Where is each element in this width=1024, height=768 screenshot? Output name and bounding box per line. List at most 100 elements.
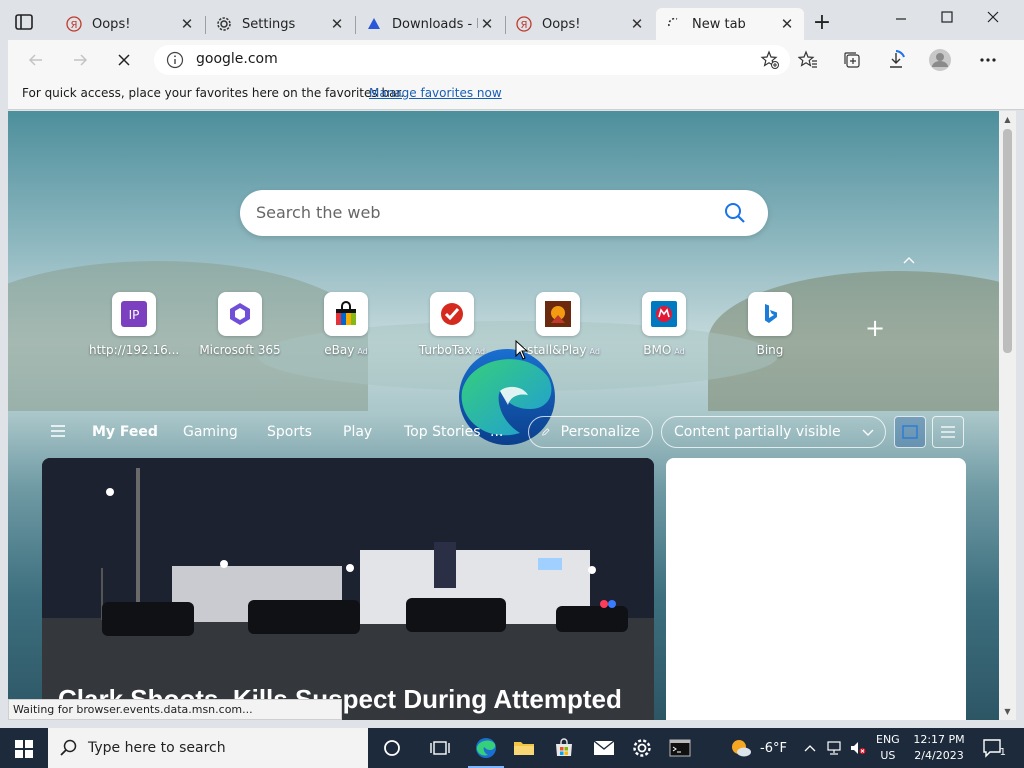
edge-taskbar-icon[interactable] [468,736,504,768]
grid-layout-icon [902,425,918,439]
microsoft-365-icon [218,292,262,336]
quick-link-bing[interactable]: Bing [725,292,815,357]
quick-link-label: Bing [756,343,784,357]
feed-tab-play[interactable]: Play [343,424,372,440]
show-hidden-icons-chevron-up-icon[interactable] [802,740,818,756]
clock-date: 2/4/2023 [914,749,964,762]
maximize-icon[interactable] [932,6,962,28]
feed-tab-gaming[interactable]: Gaming [183,424,238,440]
favorites-bar: For quick access, place your favorites h… [8,80,1024,110]
content-visibility-label: Content partially visible [674,424,841,440]
favorites-bar-message: For quick access, place your favorites h… [22,86,405,100]
mail-icon[interactable] [592,736,616,760]
close-window-icon[interactable] [978,6,1008,28]
tab-title: Downloads - Bo [392,16,478,32]
forward-arrow-icon[interactable] [68,48,92,72]
close-tab-icon[interactable]: ✕ [328,15,346,33]
browser-toolbar: google.com [8,40,1024,80]
tab-oops-1[interactable]: Я Oops! ✕ [56,8,204,40]
new-tab-plus-icon[interactable]: + [812,12,832,34]
downloads-icon[interactable] [884,48,908,72]
feed-tab-top-stories[interactable]: Top Stories [404,424,481,440]
pencil-icon [542,428,550,436]
network-icon[interactable] [826,740,842,756]
news-card-side[interactable] [666,458,966,720]
quick-link-ebay[interactable]: eBay Ad [301,292,391,357]
feed-tab-sports[interactable]: Sports [267,424,312,440]
chevron-up-icon[interactable] [902,253,916,267]
quick-link-microsoft-365[interactable]: Microsoft 365 [195,292,285,357]
tab-title: Settings [242,16,296,32]
site-info-icon[interactable] [166,51,184,69]
notification-center-icon[interactable]: 1 [982,738,1006,758]
quick-link-label: eBay [324,343,355,357]
weather-widget[interactable]: -6°F [730,738,787,758]
quick-link-label: BMO [643,343,672,357]
personalize-button[interactable]: Personalize [528,416,653,448]
turbotax-check-icon [430,292,474,336]
quick-link-ip[interactable]: IP http://192.16... [89,292,179,357]
grid-layout-button[interactable] [894,416,926,448]
feed-tab-my-feed[interactable]: My Feed [92,424,158,440]
microsoft-store-icon[interactable] [552,736,576,760]
content-visibility-dropdown[interactable]: Content partially visible [661,416,886,448]
tab-new-tab[interactable]: New tab ✕ [656,8,804,40]
command-prompt-icon[interactable] [668,736,692,760]
cortana-icon[interactable] [380,736,404,760]
system-clock[interactable]: 12:17 PM 2/4/2023 [908,732,970,764]
minimize-icon[interactable] [886,6,916,28]
list-layout-icon [941,426,955,438]
address-bar[interactable]: google.com [154,45,790,75]
yandex-icon: Я [66,16,82,32]
scroll-down-arrow-icon[interactable]: ▼ [1002,706,1013,717]
collections-icon[interactable] [840,48,864,72]
tab-actions-icon[interactable] [14,12,36,34]
settings-gear-icon[interactable] [630,736,654,760]
volume-muted-icon[interactable] [850,740,866,756]
svg-text:Я: Я [71,20,78,31]
notification-count: 1 [999,747,1006,758]
vertical-scrollbar[interactable]: ▲ ▼ [999,111,1016,720]
bing-icon [748,292,792,336]
tab-settings[interactable]: Settings ✕ [206,8,354,40]
chevron-down-icon [862,429,874,436]
task-view-icon[interactable] [428,736,452,760]
add-site-plus-icon[interactable]: + [865,316,885,340]
manage-favorites-link[interactable]: Manage favorites now [369,86,502,100]
close-tab-icon[interactable]: ✕ [778,15,796,33]
language-code: ENG [876,733,900,746]
search-icon[interactable] [724,202,746,224]
close-tab-icon[interactable]: ✕ [628,15,646,33]
quick-link-label: Microsoft 365 [199,343,281,357]
stop-loading-icon[interactable] [112,48,136,72]
quick-link-bmo[interactable]: BMO Ad [619,292,709,357]
news-card-main[interactable]: Clark Shoots, Kills Suspect During Attem… [42,458,654,720]
feed-more-button[interactable]: ... [490,424,503,440]
close-tab-icon[interactable]: ✕ [178,15,196,33]
file-explorer-icon[interactable] [512,736,536,760]
more-options-icon[interactable] [976,48,1000,72]
ip-site-icon: IP [112,292,156,336]
tab-title: New tab [692,16,746,32]
tab-oops-2[interactable]: Я Oops! ✕ [506,8,654,40]
scrollbar-thumb[interactable] [1003,129,1012,353]
status-bar: Waiting for browser.events.data.msn.com.… [8,699,342,720]
tab-downloads[interactable]: Downloads - Bo ✕ [356,8,504,40]
hamburger-menu-icon[interactable] [50,424,66,438]
downloads-site-icon [366,16,382,32]
tab-title: Oops! [92,16,131,32]
windows-start-icon[interactable] [14,739,34,759]
scroll-up-arrow-icon[interactable]: ▲ [1002,114,1013,125]
taskbar-search-box[interactable]: Type here to search [48,728,368,768]
feed-navigation: My Feed Gaming Sports Play Top Stories .… [8,412,999,452]
list-layout-button[interactable] [932,416,964,448]
back-arrow-icon[interactable] [24,48,48,72]
input-language[interactable]: ENG US [876,732,900,764]
svg-text:IP: IP [129,308,140,322]
add-favorite-star-icon[interactable] [760,50,780,70]
favorites-icon[interactable] [796,48,820,72]
web-search-box[interactable]: Search the web [240,190,768,236]
close-tab-icon[interactable]: ✕ [478,15,496,33]
profile-avatar-icon[interactable] [928,48,952,72]
bmo-icon [642,292,686,336]
